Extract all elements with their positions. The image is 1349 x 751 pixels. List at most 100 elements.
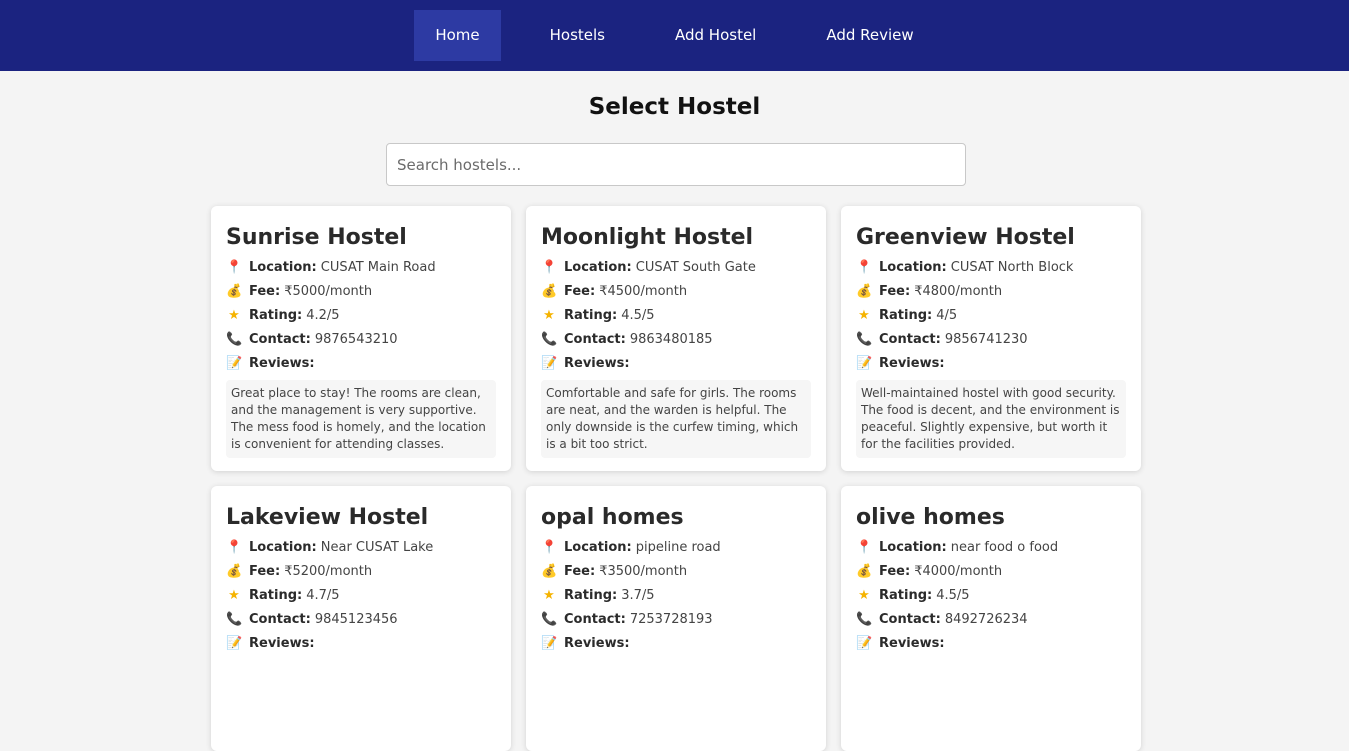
rating-row: ★ Rating: 3.7/5	[541, 584, 811, 608]
pin-icon: 📍	[856, 540, 873, 555]
memo-icon: 📝	[226, 636, 243, 651]
hostel-name: Lakeview Hostel	[226, 505, 429, 530]
nav-hostels-link[interactable]: Hostels	[529, 10, 626, 61]
fee-label: Fee:	[564, 564, 596, 579]
star-icon: ★	[228, 308, 240, 323]
pin-icon: 📍	[226, 260, 243, 275]
page-title: Select Hostel	[588, 94, 761, 120]
top-navbar: Home Hostels Add Hostel Add Review	[0, 0, 1349, 71]
pin-icon: 📍	[541, 260, 558, 275]
location-row: 📍 Location: near food o food	[856, 536, 1126, 560]
contact-label: Contact:	[564, 612, 626, 627]
phone-icon: 📞	[541, 332, 558, 347]
fee-row: 💰 Fee: ₹3500/month	[541, 560, 811, 584]
fee-label: Fee:	[564, 284, 596, 299]
rating-value: 4.5/5	[936, 588, 970, 603]
location-label: Location:	[249, 260, 317, 275]
hostel-card[interactable]: olive homes 📍 Location: near food o food…	[841, 486, 1141, 751]
money-bag-icon: 💰	[226, 284, 243, 299]
nav-home-link[interactable]: Home	[414, 10, 501, 61]
money-bag-icon: 💰	[541, 564, 558, 579]
review-text: Well-maintained hostel with good securit…	[856, 380, 1126, 458]
hostel-card[interactable]: Lakeview Hostel 📍 Location: Near CUSAT L…	[211, 486, 511, 751]
contact-label: Contact:	[564, 332, 626, 347]
review-text: Great place to stay! The rooms are clean…	[226, 380, 496, 458]
reviews-label: Reviews:	[564, 636, 630, 651]
location-label: Location:	[879, 260, 947, 275]
search-input[interactable]	[386, 143, 966, 186]
nav-add-review-link[interactable]: Add Review	[805, 10, 934, 61]
fee-label: Fee:	[879, 564, 911, 579]
hostel-name: Moonlight Hostel	[541, 225, 754, 250]
contact-label: Contact:	[249, 612, 311, 627]
money-bag-icon: 💰	[226, 564, 243, 579]
reviews-label: Reviews:	[564, 356, 630, 371]
star-icon: ★	[228, 588, 240, 603]
reviews-label: Reviews:	[249, 636, 315, 651]
hostel-name: opal homes	[541, 505, 684, 530]
hostel-card[interactable]: Greenview Hostel 📍 Location: CUSAT North…	[841, 206, 1141, 471]
reviews-row: 📝 Reviews:	[226, 632, 496, 656]
money-bag-icon: 💰	[541, 284, 558, 299]
fee-row: 💰 Fee: ₹4800/month	[856, 280, 1126, 304]
location-value: CUSAT North Block	[950, 260, 1074, 275]
rating-label: Rating:	[564, 308, 618, 323]
phone-icon: 📞	[541, 612, 558, 627]
phone-icon: 📞	[226, 612, 243, 627]
fee-label: Fee:	[879, 284, 911, 299]
fee-label: Fee:	[249, 564, 281, 579]
hostel-card-grid: Sunrise Hostel 📍 Location: CUSAT Main Ro…	[211, 206, 1141, 751]
hostel-card[interactable]: Moonlight Hostel 📍 Location: CUSAT South…	[526, 206, 826, 471]
star-icon: ★	[543, 308, 555, 323]
location-label: Location:	[249, 540, 317, 555]
reviews-label: Reviews:	[879, 356, 945, 371]
memo-icon: 📝	[226, 356, 243, 371]
pin-icon: 📍	[226, 540, 243, 555]
memo-icon: 📝	[856, 356, 873, 371]
fee-row: 💰 Fee: ₹5200/month	[226, 560, 496, 584]
contact-value: 7253728193	[629, 612, 713, 627]
location-row: 📍 Location: CUSAT Main Road	[226, 256, 496, 280]
reviews-label: Reviews:	[879, 636, 945, 651]
rating-value: 4/5	[936, 308, 958, 323]
rating-value: 3.7/5	[621, 588, 655, 603]
location-row: 📍 Location: pipeline road	[541, 536, 811, 560]
pin-icon: 📍	[541, 540, 558, 555]
star-icon: ★	[858, 308, 870, 323]
rating-row: ★ Rating: 4.2/5	[226, 304, 496, 328]
location-label: Location:	[564, 540, 632, 555]
reviews-row: 📝 Reviews:	[856, 352, 1126, 376]
contact-label: Contact:	[249, 332, 311, 347]
reviews-row: 📝 Reviews:	[856, 632, 1126, 656]
contact-label: Contact:	[879, 612, 941, 627]
fee-value: ₹4500/month	[599, 284, 688, 299]
hostel-card[interactable]: opal homes 📍 Location: pipeline road 💰 F…	[526, 486, 826, 751]
reviews-row: 📝 Reviews:	[541, 632, 811, 656]
star-icon: ★	[858, 588, 870, 603]
rating-label: Rating:	[879, 588, 933, 603]
nav-add-hostel-link[interactable]: Add Hostel	[654, 10, 777, 61]
rating-row: ★ Rating: 4.7/5	[226, 584, 496, 608]
hostel-card[interactable]: Sunrise Hostel 📍 Location: CUSAT Main Ro…	[211, 206, 511, 471]
hostel-name: olive homes	[856, 505, 1005, 530]
pin-icon: 📍	[856, 260, 873, 275]
reviews-row: 📝 Reviews:	[226, 352, 496, 376]
location-row: 📍 Location: CUSAT North Block	[856, 256, 1126, 280]
fee-row: 💰 Fee: ₹4500/month	[541, 280, 811, 304]
reviews-label: Reviews:	[249, 356, 315, 371]
location-value: CUSAT Main Road	[320, 260, 436, 275]
contact-row: 📞 Contact: 8492726234	[856, 608, 1126, 632]
memo-icon: 📝	[541, 636, 558, 651]
hostel-name: Sunrise Hostel	[226, 225, 407, 250]
rating-row: ★ Rating: 4.5/5	[541, 304, 811, 328]
contact-value: 8492726234	[944, 612, 1028, 627]
fee-value: ₹5200/month	[284, 564, 373, 579]
fee-label: Fee:	[249, 284, 281, 299]
phone-icon: 📞	[856, 332, 873, 347]
phone-icon: 📞	[226, 332, 243, 347]
contact-row: 📞 Contact: 9876543210	[226, 328, 496, 352]
fee-value: ₹3500/month	[599, 564, 688, 579]
hostel-name: Greenview Hostel	[856, 225, 1075, 250]
location-row: 📍 Location: Near CUSAT Lake	[226, 536, 496, 560]
memo-icon: 📝	[541, 356, 558, 371]
